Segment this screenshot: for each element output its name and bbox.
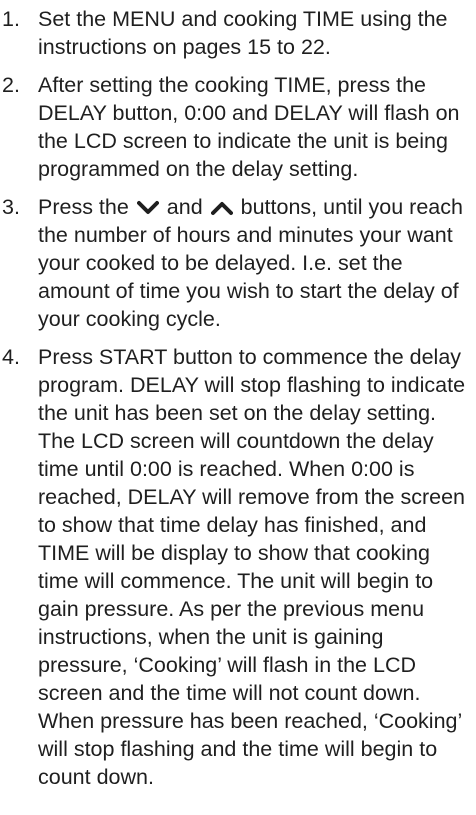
step-number: 3. <box>2 195 20 219</box>
step-number: 1. <box>2 7 20 31</box>
instruction-page: 1. Set the MENU and cooking TIME using t… <box>0 0 476 815</box>
step-text-before: Press the <box>38 195 129 219</box>
steps-list: 1. Set the MENU and cooking TIME using t… <box>2 5 466 791</box>
step-text: Set the MENU and cooking TIME using the … <box>38 7 448 59</box>
step-4: 4. Press START button to commence the de… <box>2 343 466 791</box>
step-text: Press START button to commence the delay… <box>38 345 466 789</box>
chevron-up-icon <box>210 200 233 216</box>
step-3: 3. Press the and buttons, until you reac… <box>2 193 466 333</box>
step-1: 1. Set the MENU and cooking TIME using t… <box>2 5 466 61</box>
chevron-down-icon <box>136 200 159 216</box>
step-text: After setting the cooking TIME, press th… <box>38 73 460 181</box>
step-number: 2. <box>2 73 20 97</box>
step-text-and: and <box>166 195 203 219</box>
step-2: 2. After setting the cooking TIME, press… <box>2 71 466 183</box>
step-number: 4. <box>2 345 20 369</box>
